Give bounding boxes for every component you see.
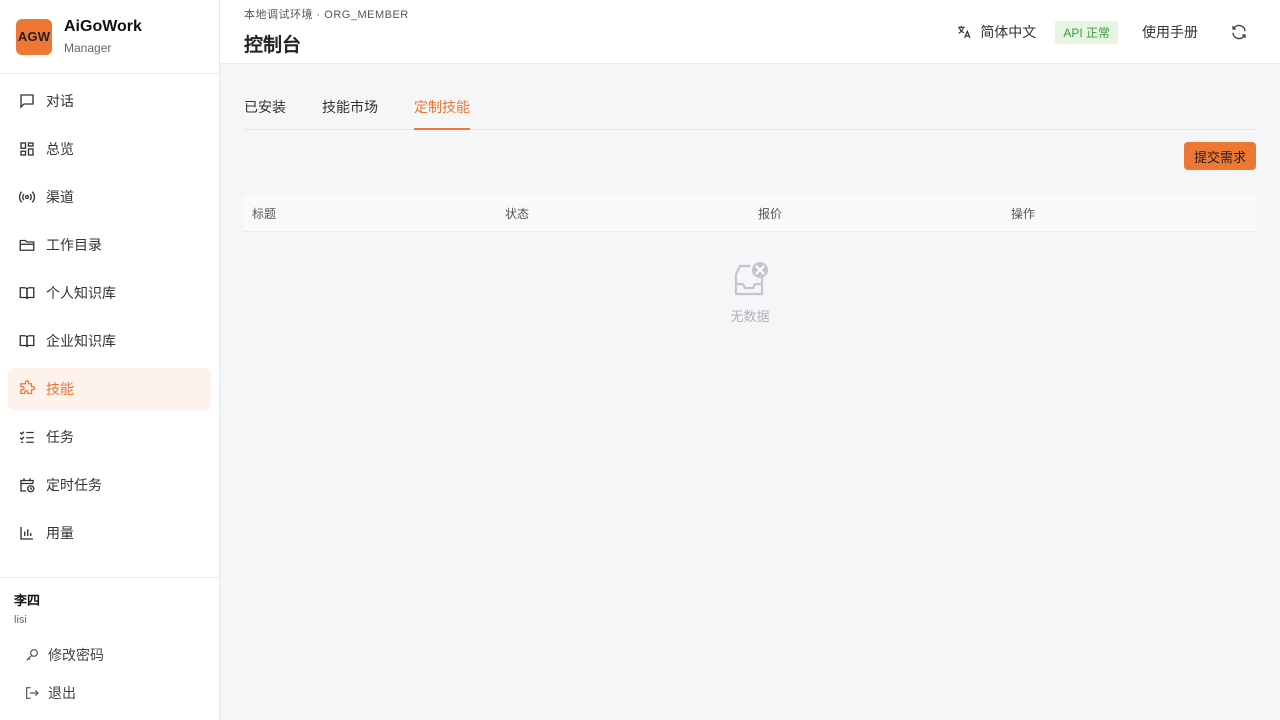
top-header: 本地调试环境 · ORG_MEMBER 控制台 简体中文 API 正常 使用手册	[220, 0, 1280, 64]
language-label: 简体中文	[980, 24, 1037, 40]
book-icon	[18, 332, 36, 350]
sidebar-item-usage[interactable]: 用量	[8, 512, 211, 554]
user-manual-link[interactable]: 使用手册	[1142, 22, 1198, 42]
refresh-icon[interactable]	[1230, 23, 1248, 41]
logout-label: 退出	[48, 685, 76, 701]
sidebar-item-label: 渠道	[46, 189, 74, 205]
empty-state-text: 无数据	[730, 308, 770, 324]
sidebar-item-label: 个人知识库	[46, 285, 116, 301]
calendar-clock-icon	[18, 476, 36, 494]
broadcast-icon	[18, 188, 36, 206]
table-header: 标题 状态 报价 操作	[244, 196, 1256, 232]
empty-state: 无数据	[244, 232, 1256, 352]
logout-button[interactable]: 退出	[14, 674, 219, 712]
tab-custom-skills[interactable]: 定制技能	[414, 97, 470, 130]
skill-tabs: 已安装 技能市场 定制技能	[244, 64, 1256, 130]
sidebar-item-overview[interactable]: 总览	[8, 128, 211, 170]
sidebar-item-label: 工作目录	[46, 237, 102, 253]
app-role: Manager	[64, 41, 112, 55]
sidebar-item-enterprise-kb[interactable]: 企业知识库	[8, 320, 211, 362]
api-status-badge: API 正常	[1055, 20, 1118, 44]
change-password-button[interactable]: 修改密码	[14, 636, 219, 674]
sidebar: AGW AiGoWork Manager 对话 总览 渠道 工作目录 个人知识库…	[0, 0, 220, 720]
language-switcher[interactable]: 简体中文	[956, 22, 1036, 42]
logout-icon	[24, 685, 40, 701]
column-status: 状态	[505, 207, 530, 221]
sidebar-item-label: 企业知识库	[46, 333, 116, 349]
user-name: 李四	[14, 593, 41, 608]
sidebar-item-chat[interactable]: 对话	[8, 80, 211, 122]
column-price: 报价	[758, 207, 783, 221]
sidebar-item-label: 定时任务	[46, 477, 102, 493]
sidebar-item-label: 总览	[46, 141, 74, 157]
book-icon	[18, 284, 36, 302]
page-title: 控制台	[244, 35, 302, 56]
column-title: 标题	[252, 207, 277, 221]
submit-request-button[interactable]: 提交需求	[1183, 142, 1256, 170]
bar-chart-icon	[18, 524, 36, 542]
main-content: 已安装 技能市场 定制技能 提交需求 标题 状态 报价 操作 无数据	[244, 64, 1256, 352]
brand: AGW AiGoWork Manager	[0, 0, 219, 74]
user-id: lisi	[14, 614, 27, 626]
column-actions: 操作	[1011, 207, 1036, 221]
tab-installed[interactable]: 已安装	[244, 97, 286, 129]
user-panel: 李四 lisi 修改密码 退出	[0, 577, 219, 712]
sidebar-item-label: 任务	[46, 429, 74, 445]
folder-icon	[18, 236, 36, 254]
app-name: AiGoWork	[64, 18, 142, 35]
environment-label: 本地调试环境 · ORG_MEMBER	[244, 9, 409, 21]
translate-icon	[956, 24, 972, 40]
sidebar-item-label: 用量	[46, 525, 74, 541]
sidebar-item-scheduled-tasks[interactable]: 定时任务	[8, 464, 211, 506]
custom-skills-table: 标题 状态 报价 操作 无数据	[244, 196, 1256, 352]
app-logo: AGW	[16, 18, 52, 55]
sidebar-item-channels[interactable]: 渠道	[8, 176, 211, 218]
sidebar-item-label: 对话	[46, 93, 74, 109]
sidebar-item-tasks[interactable]: 任务	[8, 416, 211, 458]
checklist-icon	[18, 428, 36, 446]
toolbar: 提交需求	[244, 130, 1256, 196]
sidebar-item-workdir[interactable]: 工作目录	[8, 224, 211, 266]
sidebar-item-skills[interactable]: 技能	[8, 368, 211, 410]
key-icon	[24, 647, 40, 663]
sidebar-nav: 对话 总览 渠道 工作目录 个人知识库 企业知识库 技能 任务 定时任务 用量	[0, 74, 219, 554]
tab-skill-market[interactable]: 技能市场	[322, 97, 378, 129]
change-password-label: 修改密码	[48, 647, 104, 663]
chat-icon	[18, 92, 36, 110]
puzzle-icon	[18, 380, 36, 398]
sidebar-item-personal-kb[interactable]: 个人知识库	[8, 272, 211, 314]
empty-inbox-icon	[730, 260, 770, 300]
sidebar-item-label: 技能	[46, 381, 74, 397]
dashboard-icon	[18, 140, 36, 158]
